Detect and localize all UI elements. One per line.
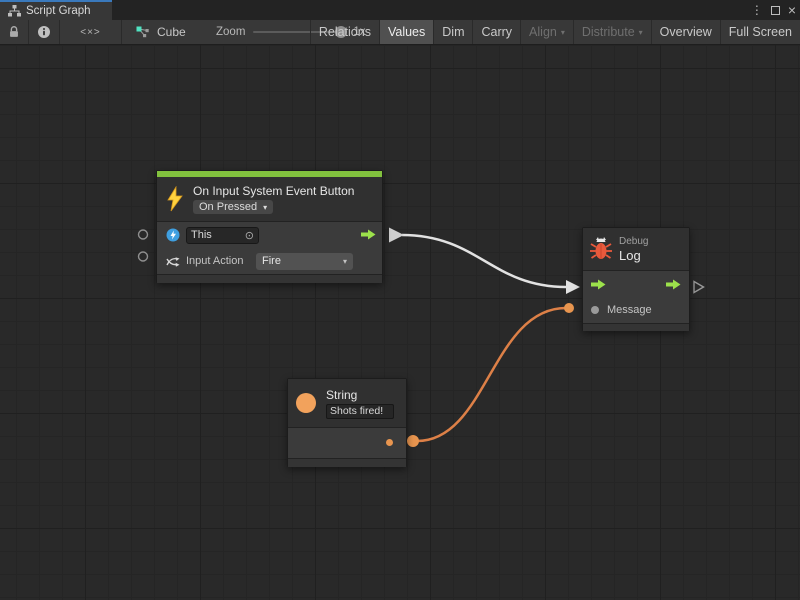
chevron-down-icon: ▾ bbox=[561, 28, 565, 37]
string-node-body bbox=[288, 428, 406, 458]
carry-button[interactable]: Carry bbox=[472, 20, 520, 44]
debug-flow-out-arrow[interactable] bbox=[666, 279, 681, 290]
input-action-icon bbox=[165, 255, 181, 268]
debug-flow-out-port[interactable] bbox=[694, 282, 704, 293]
value-wire[interactable] bbox=[417, 308, 566, 441]
node-on-input-system-event-button[interactable]: On Input System Event Button On Pressed … bbox=[156, 170, 383, 283]
graph-context-label: Cube bbox=[157, 25, 186, 39]
graph-hierarchy-icon bbox=[8, 5, 21, 17]
string-node-footer bbox=[288, 458, 406, 467]
unity-visual-scripting-window: Script Graph ⋮ × bbox=[0, 0, 800, 600]
debug-flow-in-port[interactable] bbox=[591, 279, 606, 290]
message-label: Message bbox=[607, 304, 652, 316]
lock-button[interactable] bbox=[0, 20, 29, 44]
graph-context[interactable]: Cube bbox=[122, 20, 200, 44]
string-type-icon bbox=[296, 393, 316, 413]
event-node-header[interactable]: On Input System Event Button On Pressed … bbox=[157, 177, 382, 222]
input-action-dropdown[interactable]: Fire ▾ bbox=[256, 253, 353, 270]
fullscreen-button[interactable]: Full Screen bbox=[720, 20, 800, 44]
event-this-row: This ⊙ bbox=[157, 222, 382, 248]
tab-script-graph[interactable]: Script Graph bbox=[0, 0, 112, 20]
object-picker-icon[interactable]: ⊙ bbox=[245, 229, 254, 242]
align-dropdown-button[interactable]: Align ▾ bbox=[520, 20, 573, 44]
event-node-footer bbox=[157, 274, 382, 283]
toolbar-button-group: Relations Values Dim Carry Align ▾ Distr… bbox=[310, 20, 800, 44]
tab-bar: Script Graph ⋮ × bbox=[0, 0, 800, 20]
string-inner-output-port[interactable] bbox=[386, 439, 393, 446]
graph-toolbar: <×> Cube Zoom 1x Relations bbox=[0, 20, 800, 45]
event-node-body: This ⊙ bbox=[157, 222, 382, 274]
node-string-literal[interactable]: String bbox=[287, 378, 407, 467]
string-value-input[interactable] bbox=[326, 404, 394, 419]
close-icon[interactable]: × bbox=[788, 0, 796, 20]
event-this-port[interactable] bbox=[139, 230, 148, 239]
info-button[interactable] bbox=[29, 20, 60, 44]
zoom-label: Zoom bbox=[216, 26, 245, 38]
chevron-down-icon: ▾ bbox=[263, 203, 267, 212]
debug-flow-row bbox=[583, 271, 689, 297]
tab-title: Script Graph bbox=[26, 5, 91, 17]
toolbar-left-group: <×> Cube bbox=[0, 20, 200, 44]
string-node-header[interactable]: String bbox=[288, 379, 406, 428]
event-mode-dropdown[interactable]: On Pressed ▾ bbox=[193, 200, 273, 214]
value-wire-endpoint bbox=[564, 303, 574, 313]
event-action-port[interactable] bbox=[139, 252, 148, 261]
breadcrumb-glyph: <×> bbox=[80, 27, 101, 38]
kebab-menu-icon[interactable]: ⋮ bbox=[751, 0, 763, 20]
event-output-port-arrow[interactable] bbox=[389, 228, 404, 243]
debug-node-header[interactable]: Debug Log bbox=[583, 228, 689, 271]
debug-node-category: Debug bbox=[619, 236, 648, 248]
this-object-field[interactable]: This ⊙ bbox=[186, 227, 259, 244]
debug-message-row: Message bbox=[583, 297, 689, 323]
event-node-title: On Input System Event Button bbox=[193, 184, 354, 198]
dim-button[interactable]: Dim bbox=[433, 20, 472, 44]
node-debug-log[interactable]: Debug Log bbox=[582, 227, 690, 331]
bug-icon bbox=[589, 235, 613, 263]
chevron-down-icon: ▾ bbox=[639, 28, 643, 37]
maximize-icon[interactable] bbox=[771, 6, 780, 15]
graph-canvas[interactable]: On Input System Event Button On Pressed … bbox=[0, 45, 800, 600]
event-trigger-out-port[interactable] bbox=[361, 229, 376, 240]
control-wire[interactable] bbox=[402, 235, 566, 287]
relations-button[interactable]: Relations bbox=[310, 20, 379, 44]
script-graph-asset-icon bbox=[136, 26, 151, 39]
debug-node-body: Message bbox=[583, 271, 689, 323]
breadcrumb-root-button[interactable]: <×> bbox=[60, 20, 122, 44]
chevron-down-icon: ▾ bbox=[343, 257, 347, 266]
window-controls: ⋮ × bbox=[751, 0, 796, 20]
debug-node-title: Log bbox=[619, 248, 648, 263]
message-input-port[interactable] bbox=[591, 306, 599, 314]
values-button[interactable]: Values bbox=[379, 20, 433, 44]
self-object-icon bbox=[165, 228, 181, 242]
input-action-label: Input Action bbox=[186, 255, 244, 267]
lock-icon bbox=[7, 25, 21, 39]
debug-node-footer bbox=[583, 323, 689, 331]
string-output-port[interactable] bbox=[407, 435, 419, 447]
overview-button[interactable]: Overview bbox=[651, 20, 720, 44]
info-icon bbox=[37, 25, 51, 39]
distribute-dropdown-button[interactable]: Distribute ▾ bbox=[573, 20, 651, 44]
control-wire-arrowhead bbox=[566, 280, 580, 294]
event-input-action-row: Input Action Fire ▾ bbox=[157, 248, 382, 274]
lightning-bolt-icon bbox=[165, 186, 185, 212]
string-node-title: String bbox=[326, 388, 394, 402]
